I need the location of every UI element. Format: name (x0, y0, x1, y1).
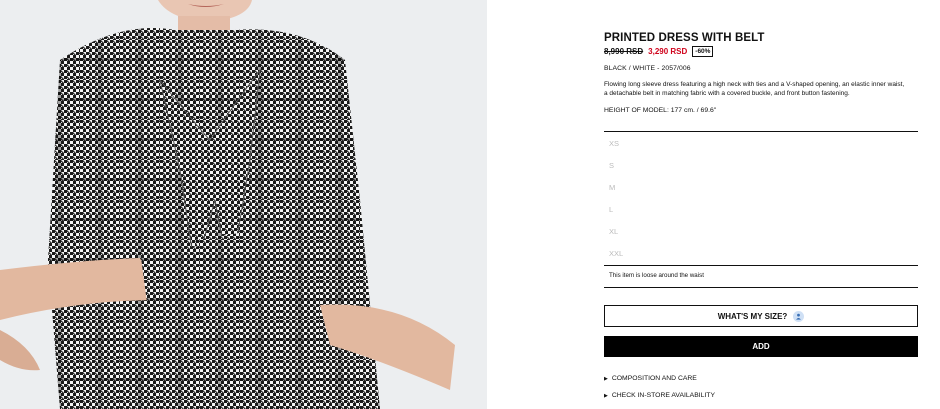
composition-link-label: COMPOSITION AND CARE (611, 375, 697, 382)
product-description: Flowing long sleeve dress featuring a hi… (604, 81, 905, 97)
whats-my-size-button[interactable]: WHAT'S MY SIZE? (604, 305, 918, 327)
store-availability-link[interactable]: ▶ CHECK IN-STORE AVAILABILITY (604, 392, 715, 399)
triangle-right-icon: ▶ (604, 392, 608, 399)
person-icon (793, 310, 805, 322)
size-option-xxl[interactable]: XXL (604, 243, 918, 265)
price-row: 8,990 RSD 3,290 RSD -60% (604, 46, 714, 57)
fit-note: This item is loose around the waist (609, 272, 704, 279)
size-option-xl[interactable]: XL (604, 221, 918, 243)
whats-my-size-label: WHAT'S MY SIZE? (717, 311, 788, 321)
product-photo (0, 0, 487, 409)
size-option-l[interactable]: L (604, 199, 918, 221)
product-title: PRINTED DRESS WITH BELT (604, 32, 765, 44)
discount-badge: -60% (692, 46, 714, 57)
sale-price: 3,290 RSD (648, 47, 688, 56)
old-price: 8,990 RSD (604, 47, 644, 56)
size-option-xs[interactable]: XS (604, 133, 918, 155)
divider (604, 287, 918, 288)
size-list: XS S M L XL XXL (604, 131, 918, 266)
store-link-label: CHECK IN-STORE AVAILABILITY (611, 392, 715, 399)
size-option-s[interactable]: S (604, 155, 918, 177)
add-to-cart-button[interactable]: ADD (604, 336, 918, 357)
triangle-right-icon: ▶ (604, 375, 608, 382)
composition-and-care-link[interactable]: ▶ COMPOSITION AND CARE (604, 375, 697, 382)
size-option-m[interactable]: M (604, 177, 918, 199)
model-photo-image (0, 0, 487, 409)
model-height: HEIGHT OF MODEL: 177 cm. / 69.6" (604, 107, 717, 114)
color-reference: BLACK / WHITE - 2057/006 (604, 65, 691, 72)
